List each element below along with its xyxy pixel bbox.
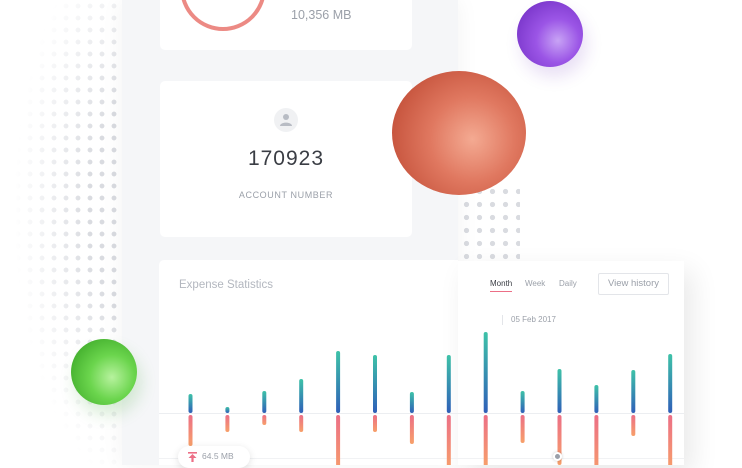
bar-up-6 bbox=[373, 355, 377, 413]
decorative-ball-orange bbox=[392, 71, 526, 195]
bar-down-3 bbox=[262, 415, 267, 425]
bar-down-2 bbox=[225, 415, 230, 432]
tooltip-value: 64.5 MB bbox=[202, 451, 234, 461]
decorative-ball-green bbox=[71, 339, 137, 405]
bar-down-5 bbox=[336, 415, 341, 465]
bar-down-12 bbox=[594, 415, 599, 465]
bar-up-8 bbox=[446, 355, 451, 413]
decorative-ball-purple bbox=[517, 1, 583, 67]
bar-down-4 bbox=[299, 415, 304, 432]
bar-down-6 bbox=[373, 415, 377, 432]
upload-arrow-icon bbox=[188, 452, 197, 462]
chart-bars bbox=[188, 332, 673, 465]
bar-up-14 bbox=[668, 354, 673, 413]
chart-drag-handle[interactable] bbox=[553, 452, 562, 461]
bar-up-10 bbox=[520, 391, 525, 413]
bar-down-8 bbox=[446, 415, 451, 465]
bar-up-5 bbox=[336, 351, 341, 413]
bar-up-1 bbox=[188, 394, 193, 413]
bar-up-7 bbox=[409, 392, 414, 413]
bar-down-7 bbox=[409, 415, 414, 444]
bar-up-9 bbox=[483, 332, 488, 413]
bar-down-14 bbox=[668, 415, 673, 465]
bar-up-13 bbox=[631, 370, 636, 413]
bar-down-13 bbox=[631, 415, 636, 436]
bar-up-11 bbox=[557, 369, 562, 413]
bar-down-9 bbox=[483, 415, 488, 465]
bar-up-3 bbox=[262, 391, 267, 413]
bar-down-1 bbox=[188, 415, 193, 446]
bar-up-12 bbox=[594, 385, 599, 413]
bar-up-4 bbox=[299, 379, 304, 413]
bar-down-10 bbox=[520, 415, 525, 443]
bar-up-2 bbox=[225, 407, 230, 413]
